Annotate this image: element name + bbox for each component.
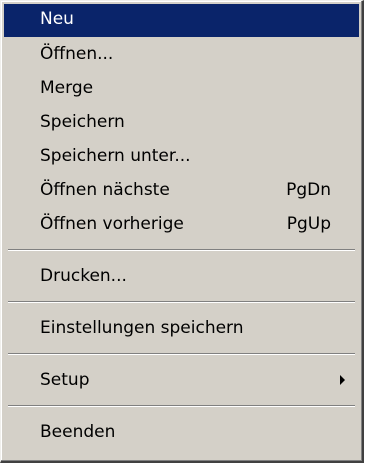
menu-item-oeffnen[interactable]: Öffnen...: [4, 37, 359, 71]
menu-separator: [8, 353, 355, 355]
menu-item-oeffnen-naechste[interactable]: Öffnen nächste PgDn: [4, 173, 359, 207]
menu-item-speichern-unter[interactable]: Speichern unter...: [4, 139, 359, 173]
menu-item-setup[interactable]: Setup: [4, 363, 359, 397]
menu-item-label: Öffnen vorherige: [40, 214, 184, 234]
menu-item-neu[interactable]: Neu: [4, 4, 359, 37]
menu-item-label: Öffnen...: [40, 44, 114, 64]
shortcut-label: PgUp: [286, 214, 331, 234]
menu-item-merge[interactable]: Merge: [4, 71, 359, 105]
menu-separator: [8, 405, 355, 407]
menu-item-label: Neu: [40, 9, 74, 29]
menu-item-label: Setup: [40, 370, 90, 390]
menu-separator: [8, 249, 355, 251]
menu-item-label: Merge: [40, 78, 94, 98]
shortcut-label: PgDn: [286, 180, 331, 200]
menu-item-beenden[interactable]: Beenden: [4, 415, 359, 449]
menu-item-einstellungen-speichern[interactable]: Einstellungen speichern: [4, 311, 359, 345]
menu-item-label: Drucken...: [40, 266, 127, 286]
submenu-arrow-icon: [340, 375, 345, 385]
menu-item-drucken[interactable]: Drucken...: [4, 259, 359, 293]
menu-separator: [8, 301, 355, 303]
file-menu: Neu Öffnen... Merge Speichern Speichern …: [0, 0, 364, 463]
menu-item-label: Öffnen nächste: [40, 180, 170, 200]
menu-item-label: Einstellungen speichern: [40, 318, 244, 338]
menu-item-label: Beenden: [40, 422, 116, 442]
menu-item-label: Speichern unter...: [40, 146, 191, 166]
menu-item-label: Speichern: [40, 112, 125, 132]
menu-item-oeffnen-vorherige[interactable]: Öffnen vorherige PgUp: [4, 207, 359, 241]
menu-item-speichern[interactable]: Speichern: [4, 105, 359, 139]
